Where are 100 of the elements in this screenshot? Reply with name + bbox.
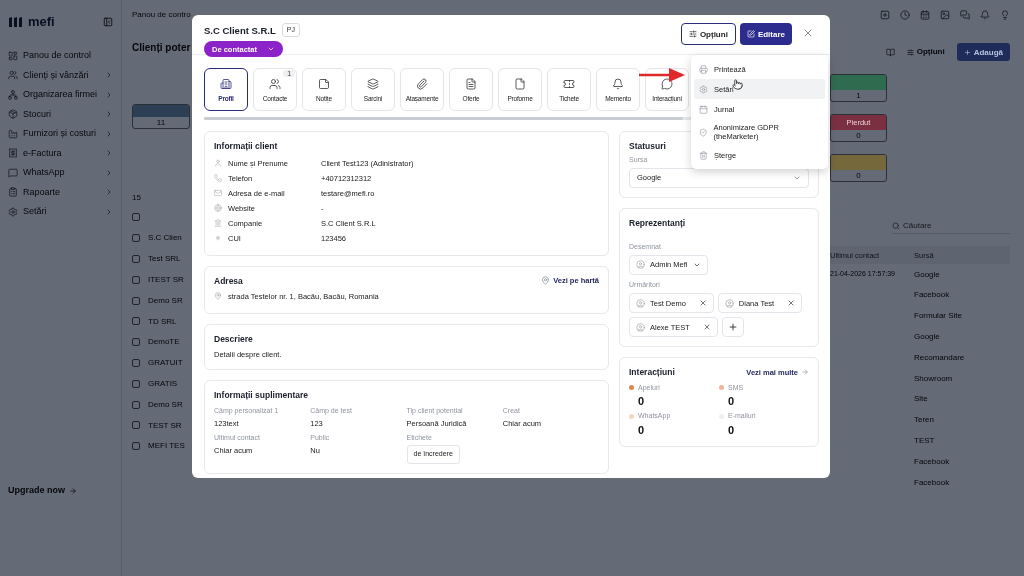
layers-icon [367, 77, 379, 90]
factory-icon [8, 128, 18, 139]
table-cell: Facebook [914, 290, 950, 300]
document-icon [465, 77, 477, 90]
sidebar-item[interactable]: Stocuri [8, 104, 113, 124]
table-cell: Demo SR [148, 399, 183, 410]
users-icon [269, 77, 281, 90]
table-cell: TEST SR [148, 420, 182, 431]
table-cell: Demo SR [148, 295, 183, 306]
hand-cursor-icon [732, 79, 743, 90]
page-size-select[interactable]: 15 [132, 193, 192, 207]
table-cell: Formular Site [914, 311, 962, 321]
users-icon [8, 70, 18, 81]
sidebar-item[interactable]: Setări [8, 202, 113, 222]
logo-text: mefi [28, 14, 55, 30]
bell-icon[interactable] [980, 10, 990, 20]
chat-icon [8, 167, 18, 178]
dialog-title: S.C Client S.R.L [204, 24, 276, 36]
sidebar-item[interactable]: Furnizori și costuri [8, 124, 113, 144]
network-icon [8, 89, 18, 100]
table-cell: DemoTE [148, 337, 180, 347]
checkbox[interactable] [132, 379, 140, 388]
checkbox[interactable] [132, 255, 140, 263]
settings-icon [8, 206, 18, 217]
table-cell: Google [914, 332, 940, 342]
chevron-icon [105, 168, 113, 177]
calendar-icon [699, 104, 708, 114]
file-icon [514, 77, 526, 90]
table-cell: MEFI TES [148, 441, 185, 451]
settings-icon [699, 84, 708, 94]
book-icon[interactable] [885, 47, 895, 57]
scrollbar-thumb[interactable] [204, 117, 683, 120]
annotation-arrow [639, 68, 685, 82]
upgrade-link[interactable]: Upgrade now [8, 485, 113, 496]
clock-icon[interactable] [900, 10, 910, 20]
table-cell: TEST [914, 435, 935, 446]
plus-icon [963, 48, 971, 56]
card-title: Informații suplimentare [214, 389, 308, 400]
sidebar-item[interactable]: e-Factura [8, 143, 113, 163]
phone-icon [214, 174, 222, 183]
ticket-icon [563, 77, 575, 90]
shield-icon [699, 127, 708, 137]
checkbox[interactable] [132, 234, 140, 243]
table-cell: GRATUIT [148, 358, 183, 368]
table-cell: ITEST SR [148, 275, 184, 285]
sidebar-item[interactable]: Panou de control [8, 46, 113, 66]
chevron-icon [105, 129, 113, 138]
chevron-icon [105, 90, 113, 99]
image-icon[interactable] [940, 10, 950, 20]
edit-button[interactable]: Editare [739, 23, 792, 45]
sidebar-item[interactable]: Clienți și vânzări [8, 65, 113, 85]
sidebar-item[interactable]: Rapoarte [8, 182, 113, 202]
checkbox[interactable] [132, 358, 140, 367]
note-icon [318, 77, 330, 90]
checkbox[interactable] [132, 421, 140, 430]
checkbox[interactable] [132, 338, 140, 347]
table-cell: Site [914, 394, 928, 404]
user-icon [636, 298, 645, 308]
card-title: Informații client [214, 141, 278, 151]
checkbox[interactable] [132, 213, 140, 222]
remove-button[interactable] [698, 299, 707, 308]
close-icon [698, 299, 707, 308]
globe-icon [214, 204, 222, 213]
table-cell: S.C Clien [148, 233, 182, 243]
add-follower-button[interactable] [721, 317, 744, 338]
remove-button[interactable] [702, 323, 711, 332]
options-button[interactable]: Opțiuni [680, 23, 736, 45]
add-icon[interactable] [880, 10, 890, 20]
calendar-icon[interactable] [920, 10, 930, 20]
interaction-count: 0 [728, 394, 736, 409]
table-cell: GRATIS [148, 378, 178, 389]
user-icon [214, 159, 222, 168]
collapse-sidebar-icon[interactable] [103, 17, 113, 27]
checkbox[interactable] [132, 317, 140, 326]
pen-icon [746, 30, 755, 38]
pin-icon [214, 292, 222, 301]
table-cell: Facebook [914, 477, 950, 488]
table-cell: Teren [914, 415, 934, 425]
card-title: Interacțiuni [629, 367, 675, 378]
card-title: Descriere [214, 333, 253, 344]
chevron-icon [105, 71, 113, 80]
card-title: Adresa [214, 275, 243, 286]
bulb-icon[interactable] [1000, 10, 1010, 20]
table-cell: Test SRL [148, 254, 181, 264]
building-icon [220, 77, 232, 90]
table-cell: TD SRL [148, 316, 177, 327]
user-icon [724, 298, 734, 308]
checkbox[interactable] [132, 296, 140, 305]
add-button[interactable]: Adaugă [956, 43, 1010, 61]
card-title: Reprezentanți [629, 218, 686, 228]
arrow-right-icon [801, 368, 809, 377]
checkbox[interactable] [132, 275, 140, 284]
remove-button[interactable] [787, 299, 796, 308]
checkbox[interactable] [132, 442, 140, 451]
sidebar-item[interactable]: WhatsApp [8, 163, 113, 183]
chat-icon[interactable] [960, 10, 970, 20]
paperclip-icon [416, 77, 428, 90]
sidebar-item[interactable]: Organizarea firmei [8, 85, 113, 105]
options-button[interactable]: Opțiuni [906, 47, 945, 57]
checkbox[interactable] [132, 400, 140, 409]
